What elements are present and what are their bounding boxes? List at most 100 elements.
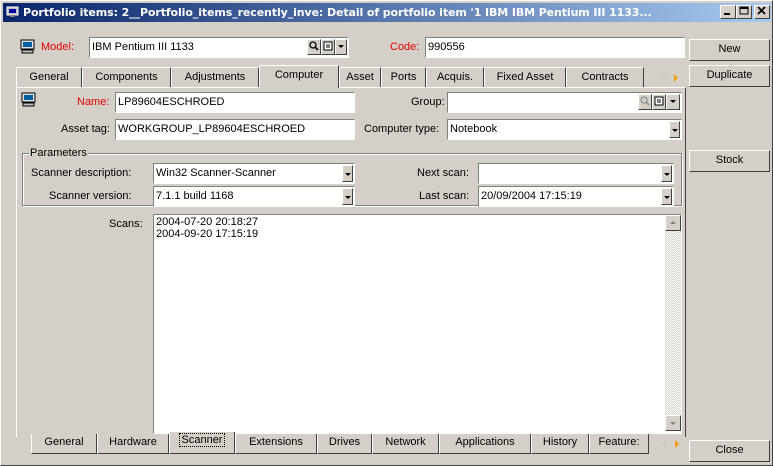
arrow-down-icon <box>670 422 676 425</box>
tab-label: History <box>542 436 578 448</box>
form-icon <box>654 96 664 106</box>
maximize-button[interactable] <box>736 5 752 19</box>
tab-scroll-left-icon[interactable] <box>656 70 670 86</box>
tab-ports[interactable]: Ports <box>381 67 426 87</box>
tab-scroll-right-icon[interactable] <box>670 436 684 452</box>
tab-applications[interactable]: Applications <box>439 434 531 454</box>
duplicate-button[interactable]: Duplicate <box>689 65 770 87</box>
model-dropdown-button[interactable] <box>335 39 347 55</box>
scanner-description-label: Scanner description: <box>31 167 132 179</box>
bottom-tab-scroll-arrows <box>657 436 685 452</box>
scans-scrollbar[interactable] <box>665 215 681 431</box>
magnifier-icon <box>309 41 319 51</box>
scanner-version-select[interactable]: 7.1.1 build 1168 <box>153 186 355 207</box>
duplicate-button-label: Duplicate <box>706 69 753 81</box>
tab-history[interactable]: History <box>531 434 589 454</box>
last-scan-label: Last scan: <box>419 190 470 202</box>
maximize-icon <box>739 6 749 15</box>
top-tab-bar: General Components Adjustments Computer … <box>16 65 686 88</box>
asset-tag-value: WORKGROUP_LP89604ESCHROED <box>118 123 306 135</box>
model-detail-button[interactable] <box>321 39 335 55</box>
asset-tag-field[interactable]: WORKGROUP_LP89604ESCHROED <box>115 119 355 140</box>
scanner-description-select[interactable]: Win32 Scanner-Scanner <box>153 163 355 184</box>
tab-label: Hardware <box>109 436 157 448</box>
tab-adjustments[interactable]: Adjustments <box>171 67 259 87</box>
chevron-down-icon[interactable] <box>669 121 680 138</box>
scanner-version-value: 7.1.1 build 1168 <box>156 190 234 202</box>
minimize-icon <box>724 13 730 15</box>
scroll-up-button[interactable] <box>665 215 681 231</box>
parameters-legend: Parameters <box>29 147 88 159</box>
list-item[interactable]: 2004-09-20 17:15:19 <box>156 228 679 240</box>
last-scan-field[interactable]: 20/09/2004 17:15:19 <box>478 186 674 207</box>
tab-acquis[interactable]: Acquis. <box>426 67 484 87</box>
tab-general-sub[interactable]: General <box>31 434 97 454</box>
tab-label: Network <box>385 436 426 448</box>
group-detail-button[interactable] <box>652 94 666 110</box>
tab-label: Contracts <box>581 71 629 83</box>
group-label: Group: <box>411 96 445 108</box>
model-search-button[interactable] <box>307 39 321 55</box>
scanner-version-label: Scanner version: <box>49 190 132 202</box>
tab-label: Ports <box>390 71 417 83</box>
scans-entries: 2004-07-20 20:18:27 2004-09-20 17:15:19 <box>154 215 681 241</box>
close-button-label: Close <box>715 444 744 456</box>
tab-drives[interactable]: Drives <box>317 434 372 454</box>
code-field[interactable]: 990556 <box>425 37 685 58</box>
stock-button-label: Stock <box>715 154 744 166</box>
stock-button[interactable]: Stock <box>689 150 770 172</box>
tab-computer[interactable]: Computer <box>259 65 339 88</box>
minimize-button[interactable] <box>720 5 736 19</box>
close-button[interactable]: Close <box>689 440 770 462</box>
group-search-button[interactable] <box>638 94 652 110</box>
tab-label: Drives <box>328 436 361 448</box>
chevron-down-icon[interactable] <box>661 165 672 182</box>
tab-components[interactable]: Components <box>82 67 171 87</box>
scans-list[interactable]: 2004-07-20 20:18:27 2004-09-20 17:15:19 <box>153 214 682 434</box>
tab-label: Computer <box>274 69 324 81</box>
computer-type-select[interactable]: Notebook <box>447 119 682 140</box>
code-value: 990556 <box>428 41 465 53</box>
next-scan-label: Next scan: <box>417 167 469 179</box>
tab-label: Applications <box>455 436 515 448</box>
list-item[interactable]: 2004-07-20 20:18:27 <box>156 216 679 228</box>
computer-type-label: Computer type: <box>364 123 440 135</box>
tab-fixed-asset[interactable]: Fixed Asset <box>484 67 566 87</box>
name-label: Name: <box>77 96 110 108</box>
computer-detail-icon <box>21 92 36 107</box>
close-window-button[interactable] <box>754 5 770 19</box>
chevron-down-icon[interactable] <box>342 165 353 182</box>
code-label: Code: <box>390 41 420 53</box>
tab-asset[interactable]: Asset <box>339 67 381 87</box>
chevron-down-icon <box>338 45 344 48</box>
window-title: Portfolio items: 2__Portfolio_items_rece… <box>23 6 652 19</box>
tab-network[interactable]: Network <box>372 434 439 454</box>
computer-icon <box>20 39 35 54</box>
magnifier-icon <box>640 96 650 106</box>
tab-scroll-right-icon[interactable] <box>669 70 683 86</box>
chevron-down-icon[interactable] <box>661 188 672 205</box>
tab-contracts[interactable]: Contracts <box>566 67 644 87</box>
new-button[interactable]: New <box>689 39 770 61</box>
tab-label: General <box>29 71 69 83</box>
tab-hardware[interactable]: Hardware <box>97 434 169 454</box>
tab-features[interactable]: Feature: <box>589 434 649 454</box>
model-label: Model: <box>41 41 75 53</box>
tab-scroll-left-icon[interactable] <box>657 436 671 452</box>
chevron-down-icon <box>670 100 676 103</box>
app-icon <box>6 6 19 17</box>
group-dropdown-button[interactable] <box>666 94 680 110</box>
chevron-down-icon[interactable] <box>342 188 353 205</box>
arrow-up-icon <box>670 221 676 224</box>
tab-general[interactable]: General <box>16 67 82 87</box>
portfolio-item-window: Portfolio items: 2__Portfolio_items_rece… <box>0 0 773 466</box>
tab-label: Components <box>95 71 158 83</box>
bottom-tab-bar: General Hardware Scanner Extensions Driv… <box>31 432 686 454</box>
next-scan-field[interactable] <box>478 163 674 184</box>
tab-scanner[interactable]: Scanner <box>169 432 235 454</box>
scroll-down-button[interactable] <box>665 415 681 431</box>
tab-label: Extensions <box>249 436 303 448</box>
name-field[interactable]: LP89604ESCHROED <box>115 92 355 113</box>
title-bar[interactable]: Portfolio items: 2__Portfolio_items_rece… <box>3 3 771 22</box>
tab-extensions[interactable]: Extensions <box>235 434 317 454</box>
